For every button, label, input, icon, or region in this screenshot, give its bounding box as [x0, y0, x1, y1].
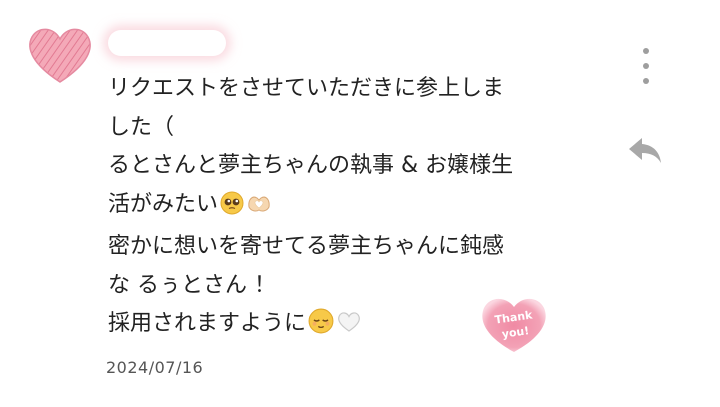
message-line: 活がみたい — [108, 191, 219, 217]
thank-you-sticker: Thank you! — [478, 292, 550, 354]
user-avatar[interactable] — [24, 22, 96, 86]
pleading-face-emoji-icon — [220, 190, 244, 229]
pink-heart-avatar-icon — [29, 28, 91, 83]
heart-hands-emoji-icon — [246, 190, 272, 229]
reply-button[interactable] — [626, 134, 664, 166]
reply-arrow-icon — [629, 138, 661, 163]
message-line: した（ — [108, 114, 175, 140]
menu-dot — [643, 78, 649, 84]
white-heart-emoji-icon — [336, 309, 362, 348]
more-options-button[interactable] — [636, 48, 656, 84]
message-line: リクエストをさせていただきに参上しま — [108, 76, 505, 101]
message-line-with-emoji: 活がみたい — [108, 186, 588, 229]
relieved-face-emoji-icon — [308, 308, 334, 348]
message-line: 密かに想いを寄せてる夢主ちゃんに鈍感 — [108, 234, 505, 259]
post-date: 2024/07/16 — [106, 358, 204, 377]
more-vertical-icon — [643, 48, 649, 54]
message-line: 採用されますように — [108, 311, 307, 336]
menu-dot — [643, 63, 649, 69]
username-redacted — [108, 30, 226, 56]
message-line: るとさんと夢主ちゃんの執事 & お嬢様生 — [108, 153, 514, 178]
